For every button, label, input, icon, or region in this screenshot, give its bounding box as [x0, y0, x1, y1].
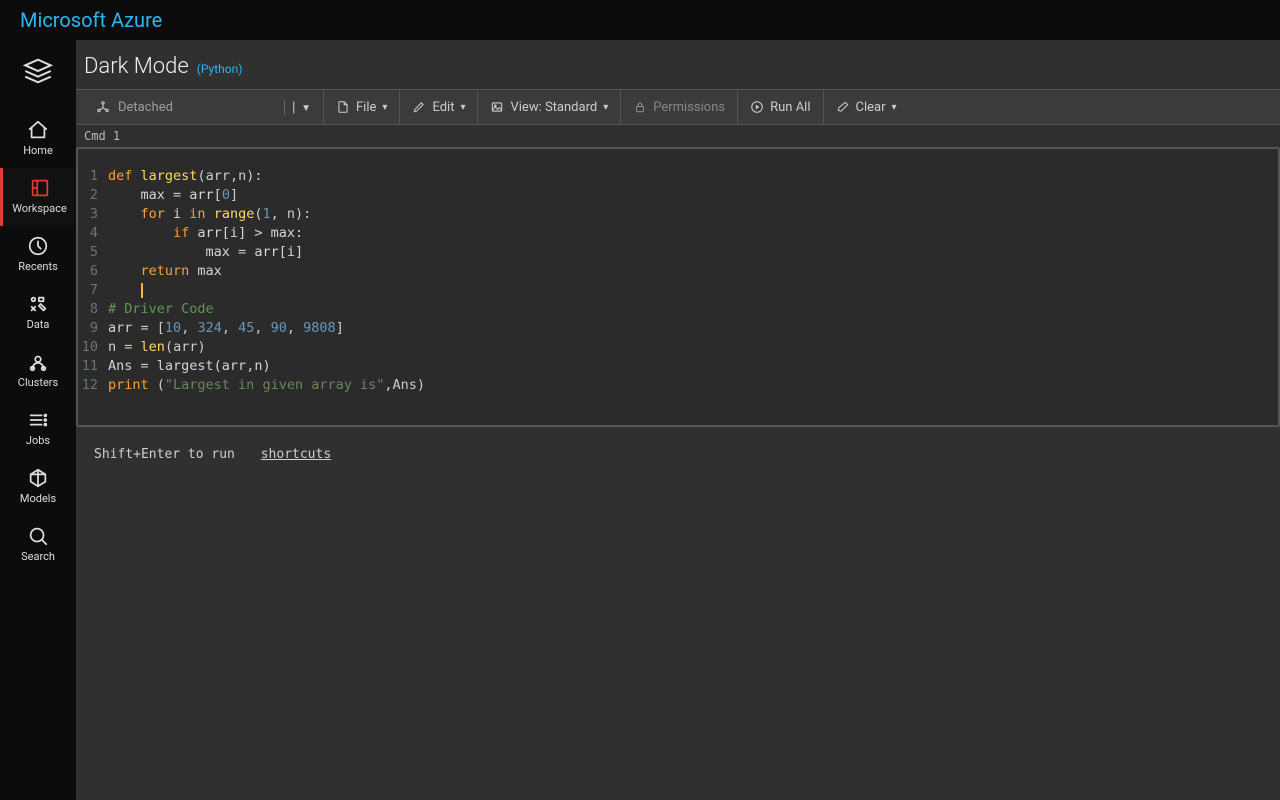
shell: Home Workspace Recents Data Clusters Jobs Mode… — [0, 40, 1280, 800]
nav: Home Workspace Recents Data Clusters Jobs Mode… — [0, 110, 76, 574]
page-language: (Python) — [197, 62, 243, 76]
title-row: Dark Mode (Python) — [76, 40, 1280, 83]
code-editor[interactable]: 1def largest(arr,n):2 max = arr[0]3 for … — [78, 167, 1278, 395]
clear-menu[interactable]: Clear▾ — [824, 90, 909, 124]
image-icon — [490, 100, 504, 114]
sidebar-item-label: Home — [23, 144, 53, 157]
footer: Shift+Enter to run shortcuts — [76, 427, 1280, 482]
data-icon — [27, 293, 49, 315]
search-icon — [27, 525, 49, 547]
cluster-caret[interactable]: ▏▼ — [284, 100, 311, 115]
brand-label: Microsoft Azure — [20, 8, 162, 32]
sidebar-item-workspace[interactable]: Workspace — [0, 168, 76, 226]
sidebar-item-label: Jobs — [26, 434, 50, 447]
sidebar-item-data[interactable]: Data — [0, 284, 76, 342]
clusters-icon — [27, 351, 49, 373]
eraser-icon — [836, 100, 850, 114]
view-menu[interactable]: View: Standard▾ — [478, 90, 621, 124]
cluster-selector[interactable]: Detached ▏▼ — [84, 90, 324, 124]
cell-label: Cmd 1 — [76, 125, 1280, 147]
sidebar-item-label: Models — [20, 492, 56, 505]
permissions-label: Permissions — [653, 100, 725, 115]
sidebar-item-home[interactable]: Home — [0, 110, 76, 168]
cluster-name: Detached — [118, 100, 173, 115]
sidebar-item-models[interactable]: Models — [0, 458, 76, 516]
cluster-icon — [96, 100, 110, 114]
sidebar-item-label: Recents — [18, 260, 58, 273]
file-icon — [336, 100, 350, 114]
run-hint: Shift+Enter to run — [94, 447, 235, 462]
sidebar: Home Workspace Recents Data Clusters Jobs Mode… — [0, 40, 76, 800]
recents-icon — [27, 235, 49, 257]
page-title: Dark Mode — [84, 54, 189, 79]
cell: Cmd 1 1def largest(arr,n):2 max = arr[0]… — [76, 125, 1280, 427]
sidebar-item-label: Workspace — [12, 202, 67, 215]
run-label: Run All — [770, 100, 810, 115]
lock-icon — [633, 100, 647, 114]
jobs-icon — [27, 409, 49, 431]
permissions-button[interactable]: Permissions — [621, 90, 738, 124]
edit-label: Edit — [432, 100, 454, 115]
file-menu[interactable]: File▾ — [324, 90, 400, 124]
edit-menu[interactable]: Edit▾ — [400, 90, 478, 124]
sidebar-item-clusters[interactable]: Clusters — [0, 342, 76, 400]
databricks-logo-icon — [21, 54, 55, 88]
sidebar-item-label: Clusters — [18, 376, 58, 389]
clear-label: Clear — [856, 100, 886, 115]
models-icon — [27, 467, 49, 489]
home-icon — [27, 119, 49, 141]
workspace-icon — [29, 177, 51, 199]
sidebar-item-search[interactable]: Search — [0, 516, 76, 574]
top-bar: Microsoft Azure — [0, 0, 1280, 40]
view-label: View: Standard — [510, 100, 597, 115]
play-icon — [750, 100, 764, 114]
code-block[interactable]: 1def largest(arr,n):2 max = arr[0]3 for … — [76, 147, 1280, 427]
file-label: File — [356, 100, 376, 115]
main: Dark Mode (Python) Detached ▏▼ File▾ Edi… — [76, 40, 1280, 800]
edit-icon — [412, 100, 426, 114]
sidebar-item-jobs[interactable]: Jobs — [0, 400, 76, 458]
sidebar-item-label: Search — [21, 550, 55, 563]
toolbar: Detached ▏▼ File▾ Edit▾ View: Standard▾ … — [76, 89, 1280, 125]
run-all-button[interactable]: Run All — [738, 90, 823, 124]
sidebar-item-recents[interactable]: Recents — [0, 226, 76, 284]
sidebar-item-label: Data — [27, 318, 50, 331]
shortcuts-link[interactable]: shortcuts — [261, 447, 331, 462]
